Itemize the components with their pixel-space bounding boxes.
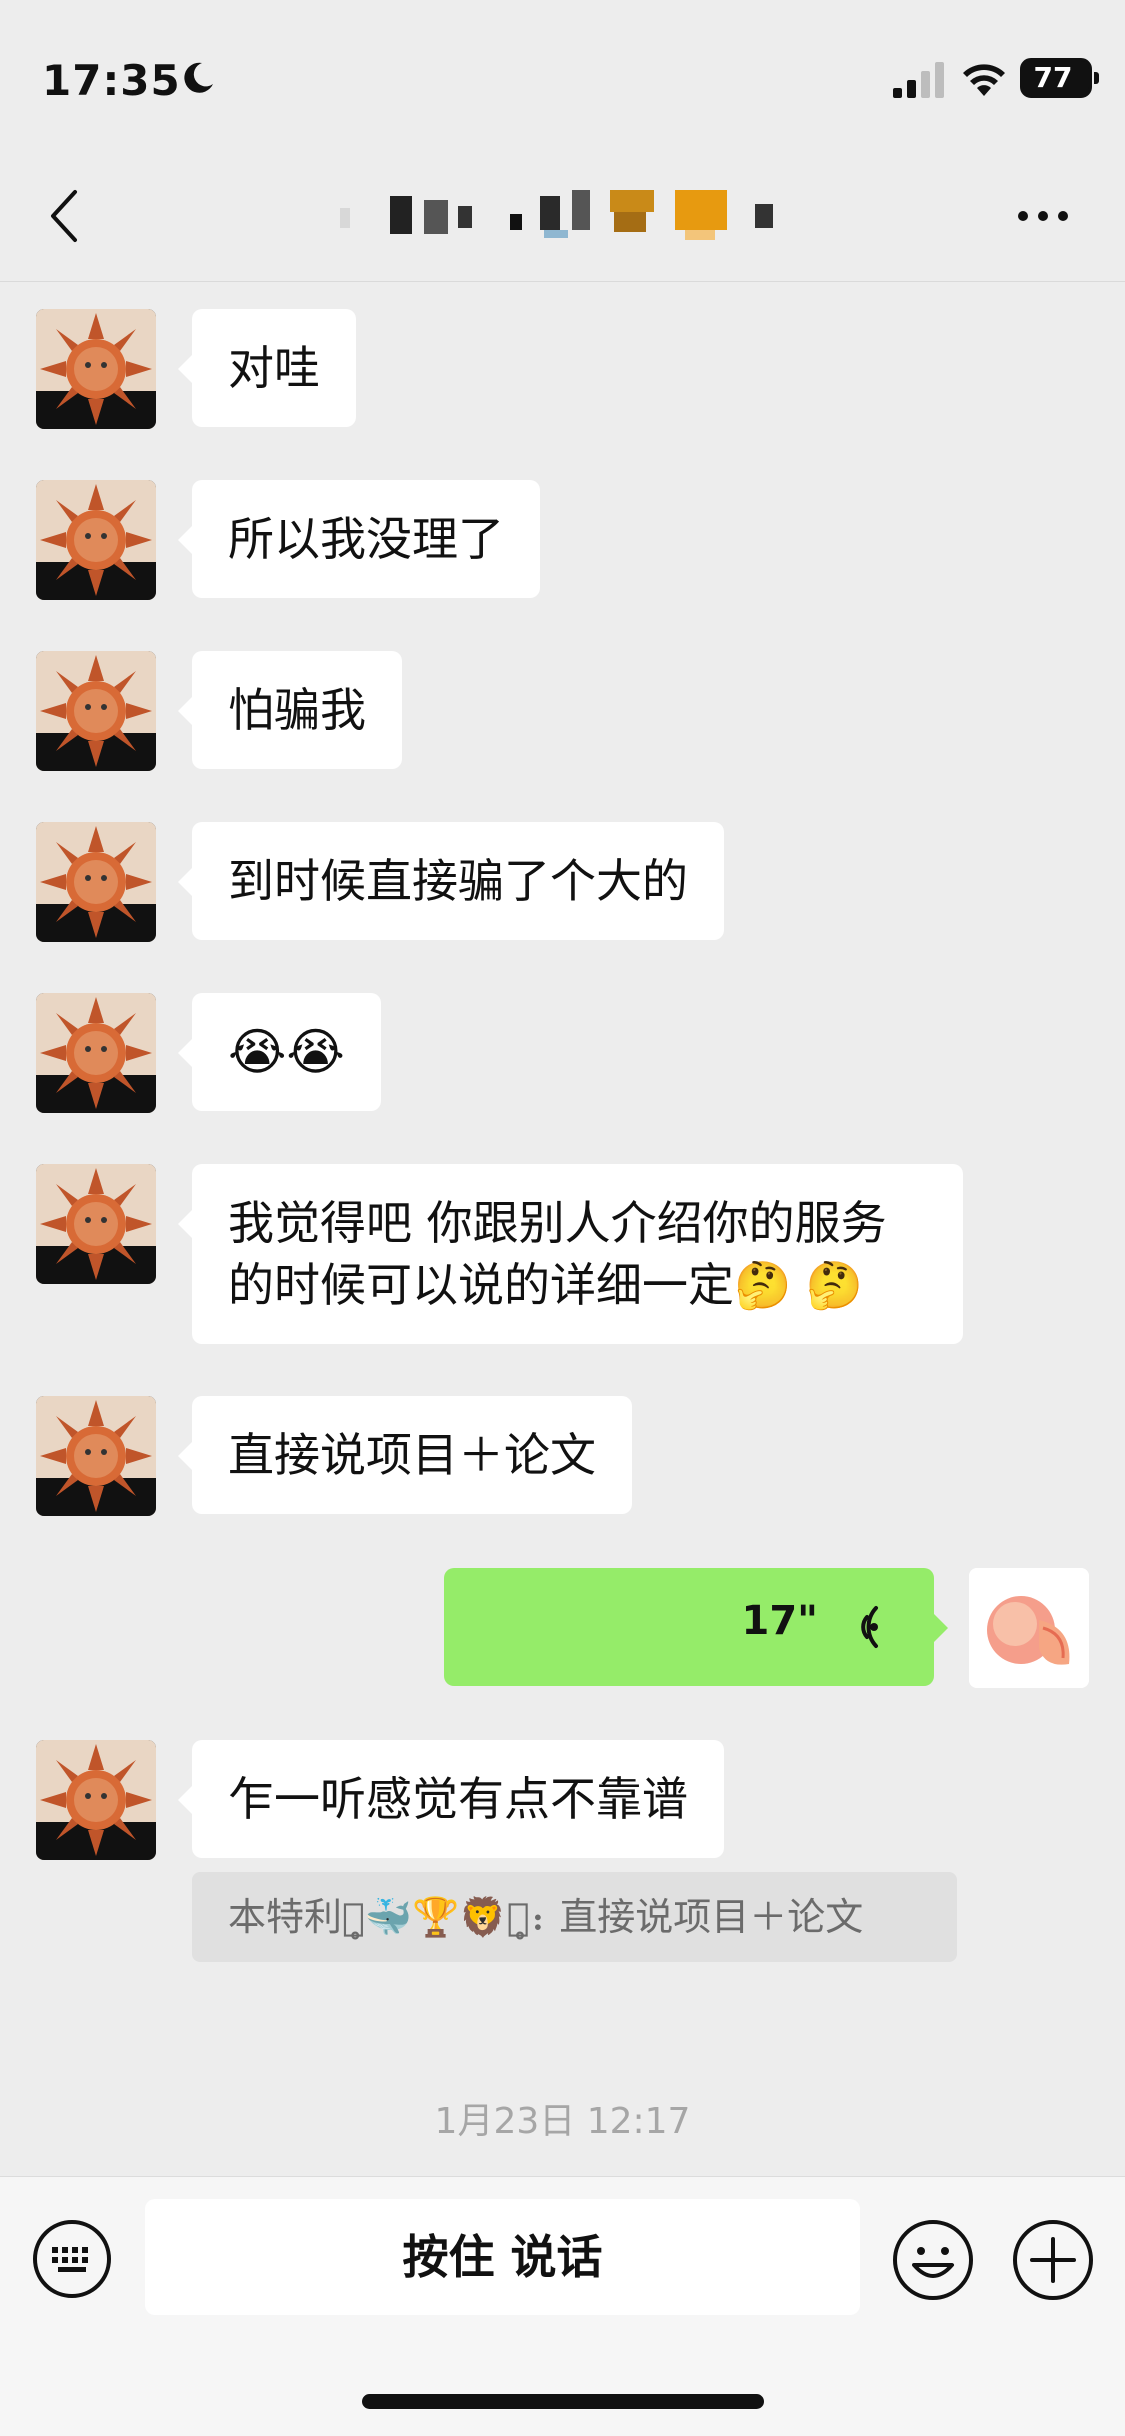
chevron-left-icon[interactable] (45, 188, 85, 244)
message-bubble[interactable]: 怕骗我 (178, 651, 402, 769)
message-row: 17" (0, 1568, 1125, 1688)
voice-wave-icon (861, 1606, 878, 1648)
moon-icon (184, 62, 213, 93)
chat-title-pixelated (340, 186, 785, 250)
message-row: 我觉得吧 你跟别人介绍你的服务 的时候可以说的详细一定🤔 🤔 (0, 1164, 1125, 1344)
wifi-icon (963, 64, 1005, 96)
message-bubble[interactable]: 所以我没理了 (178, 480, 540, 598)
signal-icon (893, 62, 944, 98)
avatar[interactable] (36, 993, 156, 1113)
avatar[interactable] (36, 822, 156, 942)
message-row: 怕骗我 (0, 651, 1125, 771)
emoji-icon[interactable] (892, 2219, 974, 2301)
sun-mask-avatar-icon (36, 993, 156, 1113)
message-line: 的时候可以说的详细一定🤔 🤔 (228, 1258, 864, 1312)
message-bubble[interactable]: 乍一听感觉有点不靠谱 (178, 1740, 724, 1858)
message-row: 到时候直接骗了个大的 (0, 822, 1125, 942)
keyboard-icon[interactable] (32, 2219, 112, 2299)
message-bubble[interactable]: 对哇 (178, 309, 356, 427)
message-bubble[interactable]: 到时候直接骗了个大的 (178, 822, 724, 940)
message-row: 对哇 (0, 309, 1125, 429)
message-row: 乍一听感觉有点不靠谱 (0, 1740, 1125, 1860)
avatar[interactable] (36, 651, 156, 771)
message-bubble[interactable]: 直接说项目＋论文 (178, 1396, 632, 1514)
avatar[interactable] (36, 309, 156, 429)
avatar[interactable] (36, 1164, 156, 1284)
message-bubble[interactable]: 😭😭 (178, 993, 381, 1111)
sun-mask-avatar-icon (36, 822, 156, 942)
plus-icon[interactable] (1012, 2219, 1094, 2301)
voice-message-bubble[interactable]: 17" (444, 1568, 948, 1686)
message-bubble[interactable]: 我觉得吧 你跟别人介绍你的服务 的时候可以说的详细一定🤔 🤔 (178, 1164, 963, 1344)
battery-level: 77 (1033, 61, 1073, 94)
home-indicator[interactable] (362, 2394, 764, 2409)
sun-mask-avatar-icon (36, 1396, 156, 1516)
voice-duration: 17" (741, 1598, 818, 1644)
quoted-reply[interactable]: 本特利ꈊ̥🐳🏆🦁ꈊ̥：直接说项目＋论文 (192, 1872, 957, 1962)
status-time: 17:35 (42, 56, 181, 105)
sun-mask-avatar-icon (36, 1740, 156, 1860)
avatar[interactable] (36, 480, 156, 600)
sun-mask-avatar-icon (36, 309, 156, 429)
avatar[interactable] (36, 1396, 156, 1516)
avatar[interactable] (36, 1740, 156, 1860)
sun-mask-avatar-icon (36, 651, 156, 771)
message-row: 直接说项目＋论文 (0, 1396, 1125, 1516)
battery-icon: 77 (1020, 58, 1099, 98)
message-row: 😭😭 (0, 993, 1125, 1113)
sun-mask-avatar-icon (36, 480, 156, 600)
sun-mask-avatar-icon (36, 1164, 156, 1284)
message-line: 我觉得吧 你跟别人介绍你的服务 (228, 1196, 887, 1250)
hold-to-talk-button[interactable]: 按住 说话 (145, 2199, 860, 2315)
nav-bar (0, 150, 1125, 282)
ellipsis-icon[interactable] (1015, 206, 1071, 226)
timestamp: 1月23日 12:17 (434, 2101, 691, 2142)
peach-avatar-icon (969, 1568, 1089, 1688)
my-avatar[interactable] (969, 1568, 1089, 1688)
status-bar: 17:35 77 (0, 0, 1125, 150)
message-row: 所以我没理了 (0, 480, 1125, 600)
